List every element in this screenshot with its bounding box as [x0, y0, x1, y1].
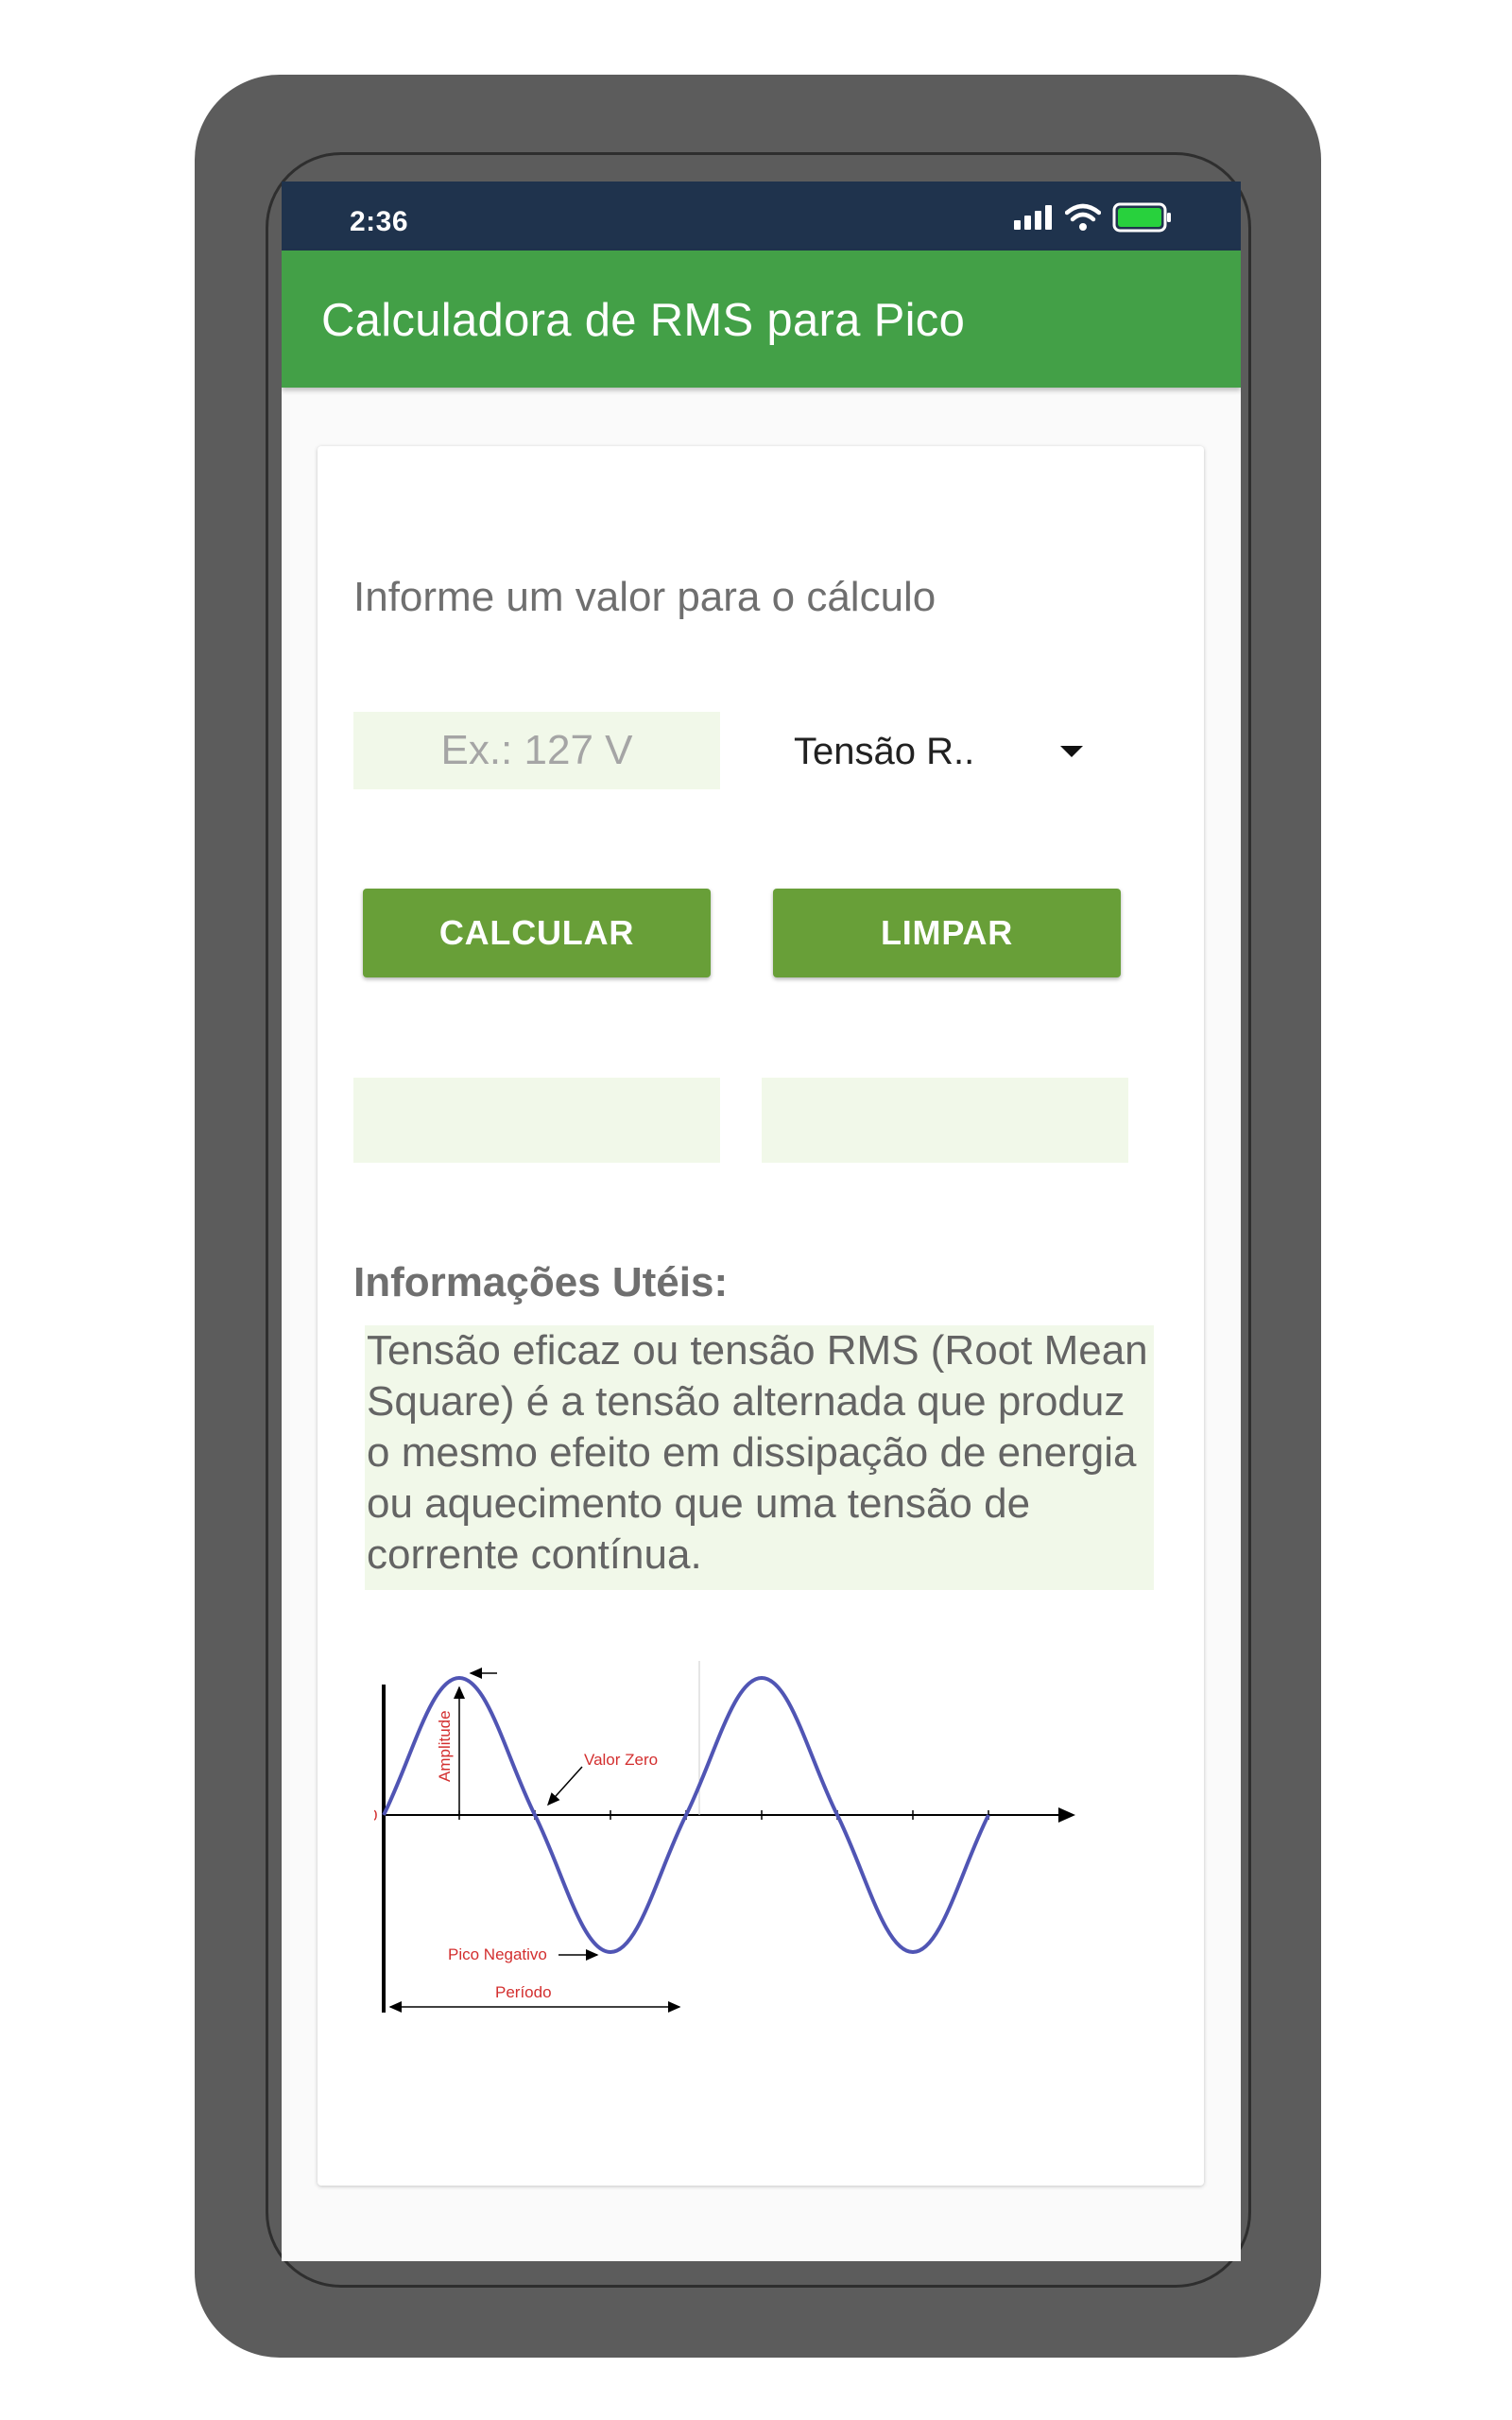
negative-peak-label: Pico Negativo: [448, 1945, 547, 1963]
battery-icon: [1112, 202, 1171, 233]
dropdown-arrow-icon: [1060, 746, 1083, 757]
wifi-icon: [1065, 203, 1101, 231]
info-title: Informações Utéis:: [353, 1259, 729, 1305]
app-bar: Calculadora de RMS para Pico: [282, 251, 1241, 388]
select-value: Tensão R..: [794, 731, 975, 772]
zero-value-arrow: [546, 1766, 583, 1806]
amplitude-label: Amplitude: [436, 1710, 454, 1782]
status-bar: 2:36: [282, 182, 1241, 251]
signal-icon: [1014, 205, 1052, 230]
result-field-right: [762, 1078, 1128, 1163]
status-icons: [1014, 202, 1173, 233]
calculator-card: Informe um valor para o cálculo Ex.: 127…: [318, 446, 1204, 2186]
status-time: 2:36: [350, 206, 409, 237]
result-field-left: [353, 1078, 720, 1163]
value-input[interactable]: Ex.: 127 V: [353, 712, 720, 789]
clear-button[interactable]: LIMPAR: [773, 889, 1121, 977]
value-input-placeholder: Ex.: 127 V: [440, 727, 633, 773]
conversion-type-select[interactable]: Tensão R..: [781, 712, 1092, 789]
period-label: Período: [495, 1983, 552, 2001]
sine-wave-diagram: Amplitude Valor Zero 0 -V Pico Negativo …: [374, 1661, 1075, 2013]
calculate-button[interactable]: CALCULAR: [363, 889, 711, 977]
phone-screen: 2:36 Calculadora de RMS para Pico Inform…: [282, 182, 1241, 2261]
zero-value-label: Valor Zero: [584, 1751, 658, 1769]
app-title: Calculadora de RMS para Pico: [321, 295, 966, 346]
info-text: Tensão eficaz ou tensão RMS (Root Mean S…: [365, 1325, 1154, 1590]
prompt-label: Informe um valor para o cálculo: [353, 574, 936, 620]
origin-label: 0: [374, 1806, 377, 1824]
